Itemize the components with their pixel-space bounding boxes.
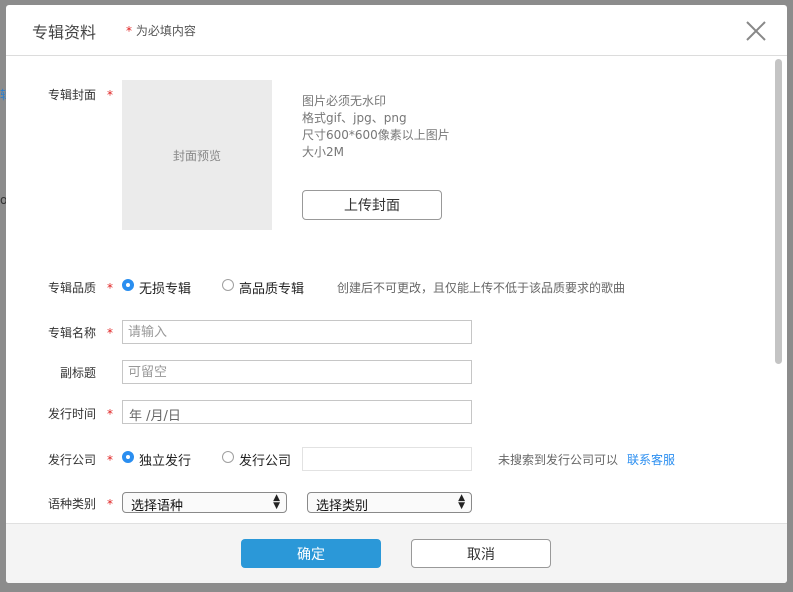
release-date-label: 发行时间 xyxy=(48,407,97,421)
subtitle-input[interactable] xyxy=(122,360,472,384)
company-required-star: * xyxy=(107,453,113,467)
cancel-button[interactable]: 取消 xyxy=(411,539,551,568)
album-name-label: 专辑名称 xyxy=(48,326,97,340)
select-arrows-icon: ▲ ▼ xyxy=(273,493,280,511)
company-hint: 未搜索到发行公司可以 xyxy=(498,453,619,467)
cover-required-star: * xyxy=(107,88,113,102)
required-note-text: 为必填内容 xyxy=(135,24,196,38)
album-info-dialog: 专辑资料 * 为必填内容 专辑封面 * 封面预览 图片必须无水印 格式gif、j… xyxy=(6,5,787,583)
category-select-value: 选择类别 xyxy=(316,499,369,514)
contact-support-link[interactable]: 联系客服 xyxy=(627,451,675,468)
cover-preview: 封面预览 xyxy=(122,80,272,230)
release-date-placeholder: 年 /月/日 xyxy=(129,409,181,424)
quality-option-label: 高品质专辑 xyxy=(239,282,305,297)
cover-note: 大小2M xyxy=(302,145,344,159)
dialog-title: 专辑资料 xyxy=(32,23,97,42)
cover-note: 图片必须无水印 xyxy=(302,94,387,108)
quality-radio-high[interactable] xyxy=(222,279,234,291)
dialog-body: 专辑封面 * 封面预览 图片必须无水印 格式gif、jpg、png 尺寸600*… xyxy=(6,56,787,523)
close-button[interactable] xyxy=(742,17,770,45)
company-option-label: 独立发行 xyxy=(139,454,192,469)
company-radio-independent[interactable] xyxy=(122,451,134,463)
quality-hint: 创建后不可更改，且仅能上传不低于该品质要求的歌曲 xyxy=(337,281,626,295)
company-radio-publisher[interactable] xyxy=(222,451,234,463)
required-star: * xyxy=(126,24,132,38)
cover-requirements: 图片必须无水印 格式gif、jpg、png 尺寸600*600像素以上图片 大小… xyxy=(302,93,450,161)
close-icon xyxy=(746,21,766,41)
cover-label: 专辑封面 xyxy=(48,88,97,102)
quality-label: 专辑品质 xyxy=(48,281,97,295)
company-name-input[interactable] xyxy=(302,447,472,471)
company-option-label: 发行公司 xyxy=(239,454,292,469)
dialog-footer: 确定 取消 xyxy=(6,523,787,583)
subtitle-label: 副标题 xyxy=(60,366,97,380)
language-label: 语种类别 xyxy=(48,497,97,511)
category-select[interactable]: 选择类别 ▲ ▼ xyxy=(307,492,472,514)
release-date-required-star: * xyxy=(107,407,113,421)
quality-radio-lossless[interactable] xyxy=(122,279,134,291)
company-label: 发行公司 xyxy=(48,453,97,467)
vertical-scrollbar[interactable] xyxy=(771,56,787,523)
select-arrows-icon: ▲ ▼ xyxy=(458,493,465,511)
scrollbar-thumb[interactable] xyxy=(775,59,782,364)
upload-cover-button[interactable]: 上传封面 xyxy=(302,190,442,220)
cover-note: 尺寸600*600像素以上图片 xyxy=(302,128,450,142)
dialog-header: 专辑资料 * 为必填内容 xyxy=(6,5,787,56)
album-name-required-star: * xyxy=(107,326,113,340)
quality-required-star: * xyxy=(107,281,113,295)
quality-option-label: 无损专辑 xyxy=(139,282,192,297)
language-select-value: 选择语种 xyxy=(131,499,184,514)
language-select[interactable]: 选择语种 ▲ ▼ xyxy=(122,492,287,514)
album-name-input[interactable] xyxy=(122,320,472,344)
confirm-button[interactable]: 确定 xyxy=(241,539,381,568)
language-required-star: * xyxy=(107,497,113,511)
cover-preview-text: 封面预览 xyxy=(172,148,221,163)
cover-note: 格式gif、jpg、png xyxy=(302,111,407,125)
required-note: * 为必填内容 xyxy=(126,22,196,39)
release-date-input[interactable]: 年 /月/日 xyxy=(122,400,472,424)
